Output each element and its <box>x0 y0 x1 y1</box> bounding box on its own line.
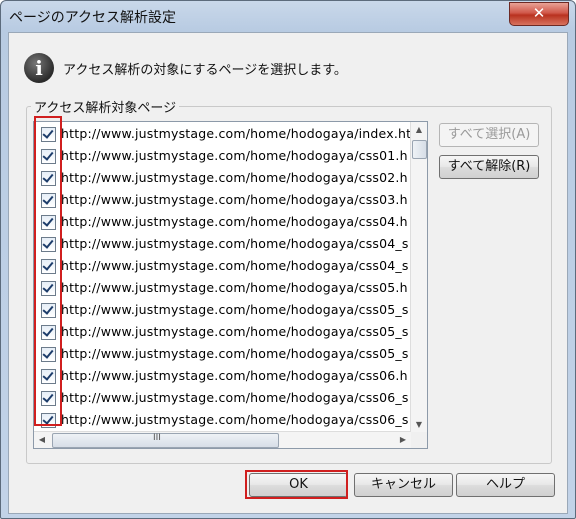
page-url: http://www.justmystage.com/home/hodogaya… <box>61 412 409 427</box>
list-item[interactable]: http://www.justmystage.com/home/hodogaya… <box>34 321 414 343</box>
page-list[interactable]: http://www.justmystage.com/home/hodogaya… <box>33 121 428 449</box>
list-item[interactable]: http://www.justmystage.com/home/hodogaya… <box>34 233 414 255</box>
page-url: http://www.justmystage.com/home/hodogaya… <box>61 236 409 251</box>
title-bar[interactable]: ページのアクセス解析設定 ✕ <box>1 1 575 33</box>
list-item[interactable]: http://www.justmystage.com/home/hodogaya… <box>34 365 414 387</box>
cancel-button[interactable]: キャンセル <box>354 473 453 497</box>
list-item[interactable]: http://www.justmystage.com/home/hodogaya… <box>34 387 414 409</box>
group-label: アクセス解析対象ページ <box>31 97 180 116</box>
list-item[interactable]: http://www.justmystage.com/home/hodogaya… <box>34 409 414 431</box>
scroll-up-arrow-icon[interactable]: ▲ <box>411 125 427 134</box>
page-url: http://www.justmystage.com/home/hodogaya… <box>61 214 408 229</box>
list-item[interactable]: http://www.justmystage.com/home/hodogaya… <box>34 299 414 321</box>
help-button[interactable]: ヘルプ <box>456 473 555 497</box>
page-url: http://www.justmystage.com/home/hodogaya… <box>61 346 409 361</box>
dialog-body: i アクセス解析の対象にするページを選択します。 アクセス解析対象ページ htt… <box>8 32 568 514</box>
vertical-scroll-thumb[interactable] <box>412 140 427 159</box>
deselect-all-button[interactable]: すべて解除(R) <box>439 155 539 179</box>
page-url: http://www.justmystage.com/home/hodogaya… <box>61 390 409 405</box>
page-url: http://www.justmystage.com/home/hodogaya… <box>61 324 409 339</box>
list-item[interactable]: http://www.justmystage.com/home/hodogaya… <box>34 123 414 145</box>
list-item[interactable]: http://www.justmystage.com/home/hodogaya… <box>34 167 414 189</box>
page-url: http://www.justmystage.com/home/hodogaya… <box>61 302 409 317</box>
close-button[interactable]: ✕ <box>509 2 569 26</box>
info-message: アクセス解析の対象にするページを選択します。 <box>63 63 347 78</box>
scroll-down-arrow-icon[interactable]: ▼ <box>411 420 427 429</box>
scroll-grip: III <box>153 433 161 443</box>
list-item[interactable]: http://www.justmystage.com/home/hodogaya… <box>34 145 414 167</box>
page-url: http://www.justmystage.com/home/hodogaya… <box>61 170 408 185</box>
list-item[interactable]: http://www.justmystage.com/home/hodogaya… <box>34 255 414 277</box>
page-url: http://www.justmystage.com/home/hodogaya… <box>61 368 408 383</box>
list-item[interactable]: http://www.justmystage.com/home/hodogaya… <box>34 211 414 233</box>
window-title: ページのアクセス解析設定 <box>9 10 177 26</box>
page-url: http://www.justmystage.com/home/hodogaya… <box>61 148 408 163</box>
page-url: http://www.justmystage.com/home/hodogaya… <box>61 280 408 295</box>
list-item[interactable]: http://www.justmystage.com/home/hodogaya… <box>34 343 414 365</box>
ok-highlight-box <box>245 470 348 499</box>
list-item[interactable]: http://www.justmystage.com/home/hodogaya… <box>34 277 414 299</box>
scroll-left-arrow-icon[interactable]: ◀ <box>34 435 50 444</box>
vertical-scrollbar[interactable]: ▲ ▼ <box>410 122 427 432</box>
dialog-window: ページのアクセス解析設定 ✕ i アクセス解析の対象にするページを選択します。 … <box>0 0 576 519</box>
scroll-right-arrow-icon[interactable]: ▶ <box>395 435 411 444</box>
page-url: http://www.justmystage.com/home/hodogaya… <box>61 192 408 207</box>
info-icon: i <box>24 53 54 83</box>
select-all-button[interactable]: すべて選択(A) <box>439 123 539 147</box>
checkbox-highlight-box <box>34 116 62 426</box>
scroll-corner <box>411 432 427 448</box>
horizontal-scrollbar[interactable]: ◀ III ▶ <box>34 431 411 448</box>
horizontal-scroll-thumb[interactable]: III <box>52 433 279 448</box>
list-item[interactable]: http://www.justmystage.com/home/hodogaya… <box>34 189 414 211</box>
page-url: http://www.justmystage.com/home/hodogaya… <box>61 258 409 273</box>
page-url: http://www.justmystage.com/home/hodogaya… <box>61 126 412 141</box>
